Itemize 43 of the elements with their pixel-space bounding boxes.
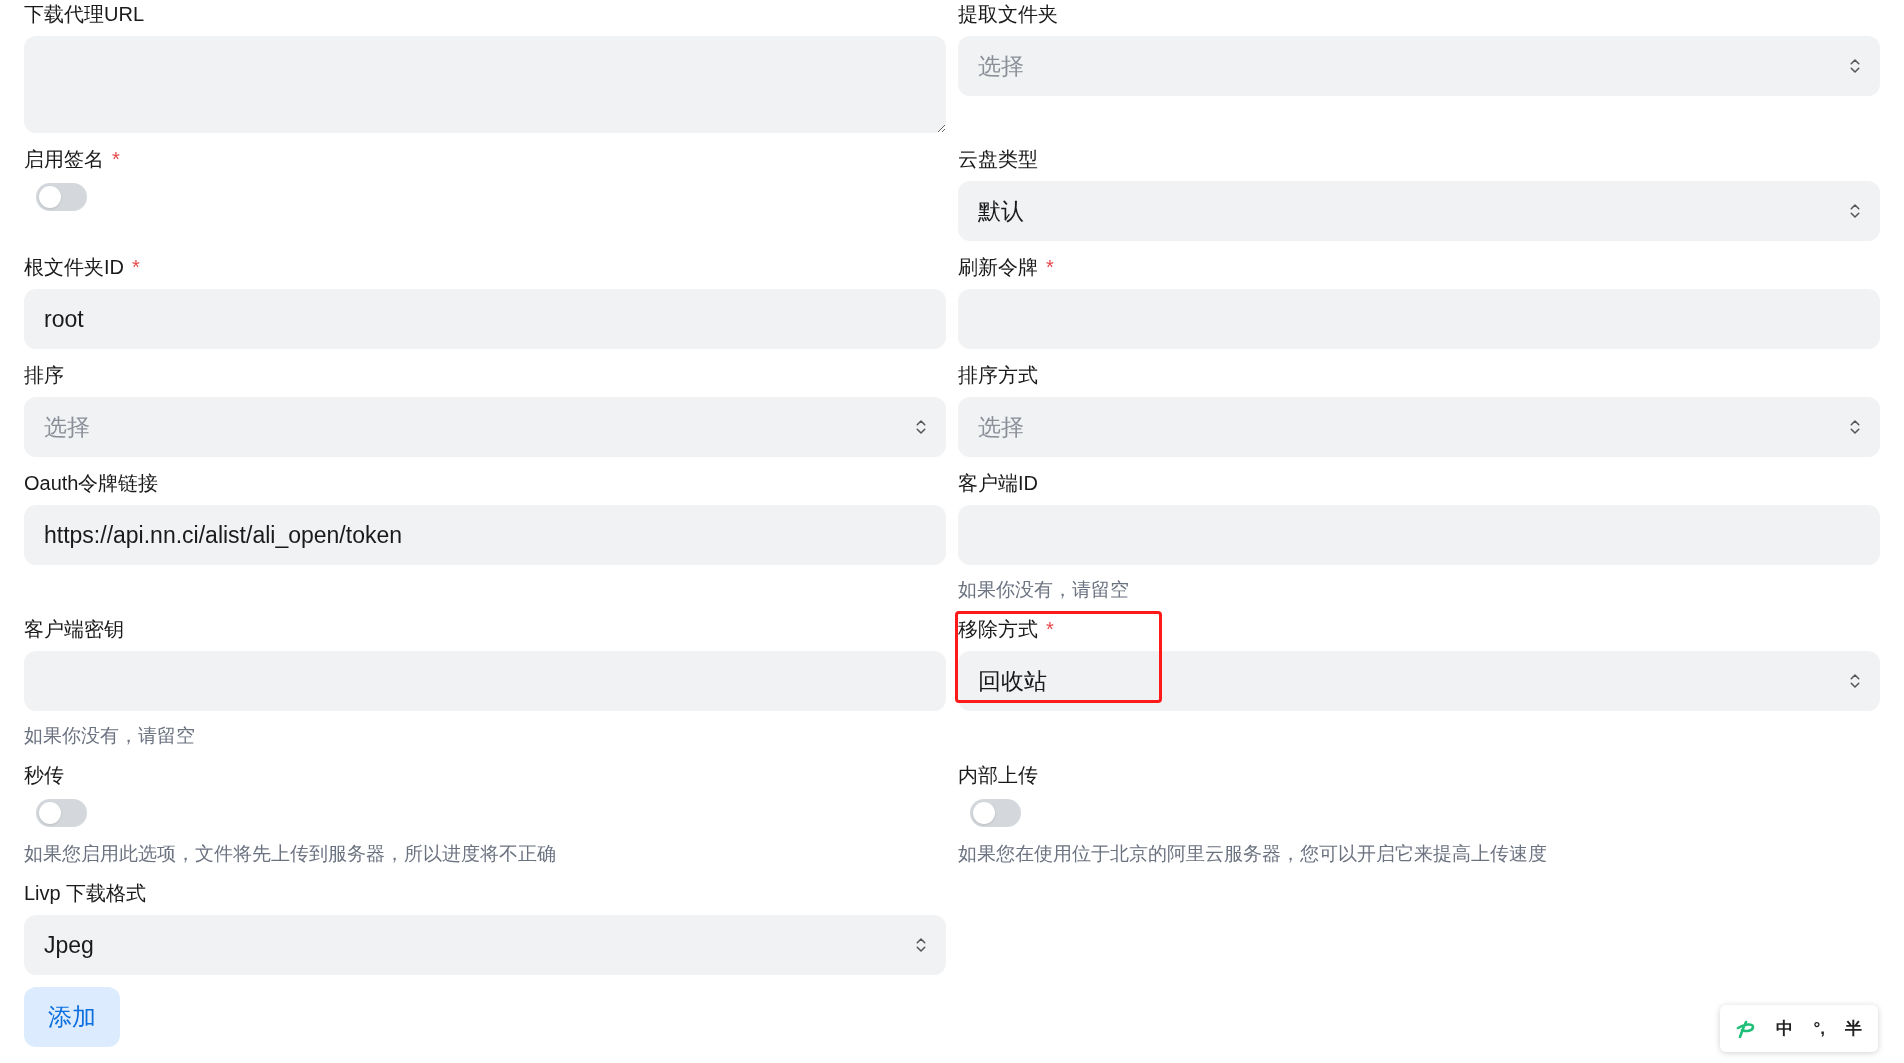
field-label: 下载代理URL <box>24 2 144 27</box>
field-label: 排序 <box>24 363 64 388</box>
select-placeholder: 选择 <box>44 412 90 442</box>
select-value: Jpeg <box>44 930 94 960</box>
field-hint: 如果你没有，请留空 <box>958 578 1130 602</box>
field-hint: 如果你没有，请留空 <box>24 724 196 748</box>
required-asterisk: * <box>112 147 120 172</box>
field-label: 移除方式 <box>958 617 1038 642</box>
select-placeholder: 选择 <box>978 412 1024 442</box>
field-label: Oauth令牌链接 <box>24 471 159 496</box>
required-asterisk: * <box>132 255 140 280</box>
field-label: 客户端ID <box>958 471 1038 496</box>
field-label: 内部上传 <box>958 763 1038 788</box>
select-placeholder: 选择 <box>978 51 1024 81</box>
select-field[interactable]: Jpeg <box>24 915 946 975</box>
field-label: 排序方式 <box>958 363 1038 388</box>
field-label: 根文件夹ID <box>24 255 124 280</box>
toggle-switch[interactable] <box>36 799 87 827</box>
select-field[interactable]: 默认 <box>958 181 1880 241</box>
ime-logo-icon <box>1736 1019 1757 1038</box>
field-label: 启用签名 <box>24 147 104 172</box>
required-asterisk: * <box>1046 255 1054 280</box>
field-label: 云盘类型 <box>958 147 1038 172</box>
select-value: 默认 <box>978 196 1024 226</box>
required-asterisk: * <box>1046 617 1054 642</box>
toggle-switch[interactable] <box>36 183 87 211</box>
field-hint: 如果您启用此选项，文件将先上传到服务器，所以进度将不正确 <box>24 842 557 866</box>
field-label: 刷新令牌 <box>958 255 1038 280</box>
field-hint: 如果您在使用位于北京的阿里云服务器，您可以开启它来提高上传速度 <box>958 842 1548 866</box>
textarea-field[interactable] <box>24 36 946 133</box>
select-value: 回收站 <box>978 666 1047 696</box>
toggle-switch[interactable] <box>970 799 1021 827</box>
text-field[interactable]: root <box>24 289 946 349</box>
text-field[interactable]: https://api.nn.ci/alist/ali_open/token <box>24 505 946 565</box>
select-field[interactable]: 回收站 <box>958 651 1880 711</box>
field-label: 秒传 <box>24 763 64 788</box>
field-label: Livp 下载格式 <box>24 881 147 906</box>
ime-width[interactable]: 半 <box>1845 1015 1862 1042</box>
field-label: 客户端密钥 <box>24 617 124 642</box>
ime-mode[interactable]: 中 <box>1776 1015 1794 1042</box>
ime-punctuation[interactable]: °, <box>1813 1015 1825 1042</box>
add-button[interactable]: 添加 <box>24 987 120 1047</box>
field-label: 提取文件夹 <box>958 2 1058 27</box>
